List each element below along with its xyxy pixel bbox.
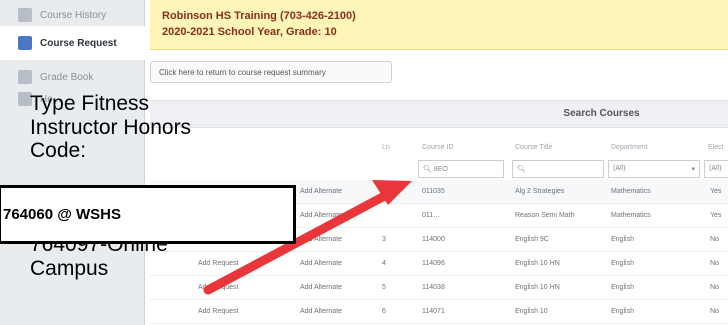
row-department: English bbox=[611, 260, 634, 267]
row-course-title: English 9C bbox=[515, 236, 549, 243]
sidebar-item-label: Grade Book bbox=[40, 71, 94, 83]
row-elective: No bbox=[710, 260, 719, 267]
banner-year-grade: 2020-2021 School Year, Grade: 10 bbox=[162, 26, 337, 38]
search-icon: 🔍︎ bbox=[517, 166, 526, 173]
row-ln: 3 bbox=[382, 236, 386, 243]
return-to-summary-button[interactable]: Click here to return to course request s… bbox=[150, 61, 392, 83]
add-alternate-button[interactable]: Add Alternate bbox=[300, 236, 342, 243]
overlay-line: Type Fitness bbox=[30, 92, 150, 115]
table-row: Add Request Add Alternate 6 114071 Engli… bbox=[150, 300, 728, 324]
course-id-filter-value: 8EO bbox=[433, 166, 448, 173]
sidebar-item-label: Course History bbox=[40, 9, 107, 21]
code-callout-text: 764060 @ WSHS bbox=[3, 206, 122, 223]
add-alternate-button[interactable]: Add Alternate bbox=[300, 260, 342, 267]
column-header-ln[interactable]: Ln bbox=[382, 144, 390, 151]
row-course-title: English 10 HN bbox=[515, 260, 560, 267]
school-banner: Robinson HS Training (703-426-2100) 2020… bbox=[150, 0, 728, 50]
row-course-id: 114096 bbox=[422, 260, 445, 267]
row-elective: No bbox=[710, 236, 719, 243]
department-filter-value: (All) bbox=[613, 165, 626, 172]
row-course-id: 011… bbox=[422, 212, 441, 219]
row-course-id: 114071 bbox=[422, 308, 445, 315]
row-elective: No bbox=[710, 308, 719, 315]
gradebook-icon bbox=[18, 70, 32, 84]
elective-filter-value: (All) bbox=[709, 165, 722, 172]
table-row: Add Request Add Alternate 4 114096 Engli… bbox=[150, 252, 728, 276]
course-id-filter[interactable]: 🔍︎ 8EO bbox=[418, 160, 504, 178]
row-course-title: English 10 HN bbox=[515, 284, 560, 291]
sidebar-item-label: Course Request bbox=[40, 37, 117, 49]
row-course-id: 011035 bbox=[422, 188, 445, 195]
row-course-id: 114000 bbox=[422, 236, 445, 243]
course-title-filter[interactable]: 🔍︎ bbox=[512, 160, 604, 178]
add-alternate-button[interactable]: Add Alternate bbox=[300, 212, 342, 219]
column-header-course-id[interactable]: Course ID bbox=[422, 144, 454, 151]
column-header-elective[interactable]: Elect bbox=[708, 144, 724, 151]
search-courses-panel: Search Courses bbox=[150, 100, 728, 128]
banner-school: Robinson HS Training (703-426-2100) bbox=[162, 10, 356, 22]
row-ln: 5 bbox=[382, 284, 386, 291]
department-filter-select[interactable]: (All) ▾ bbox=[608, 160, 700, 178]
add-alternate-button[interactable]: Add Alternate bbox=[300, 188, 342, 195]
overlay-line: Code: bbox=[30, 139, 87, 162]
add-alternate-button[interactable]: Add Alternate bbox=[300, 284, 342, 291]
elective-filter-select[interactable]: (All) bbox=[704, 160, 728, 178]
add-request-button[interactable]: Add Request bbox=[198, 284, 238, 291]
sidebar-item-course-request[interactable]: Course Request bbox=[0, 26, 145, 60]
row-ln: 6 bbox=[382, 308, 386, 315]
row-elective: Yes bbox=[710, 212, 722, 219]
overlay-line: Campus bbox=[30, 256, 109, 280]
row-elective: No bbox=[710, 284, 719, 291]
table-row: Add Request Add Alternate 5 114038 Engli… bbox=[150, 276, 728, 300]
row-department: English bbox=[611, 236, 634, 243]
course-request-icon bbox=[18, 36, 32, 50]
chevron-down-icon: ▾ bbox=[691, 166, 695, 173]
row-course-title: Reason Semi Math bbox=[515, 212, 575, 219]
row-elective: Yes bbox=[710, 188, 722, 195]
add-alternate-button[interactable]: Add Alternate bbox=[300, 308, 342, 315]
row-department: English bbox=[611, 284, 634, 291]
row-course-title: Alg 2 Strategies bbox=[515, 188, 565, 195]
add-request-button[interactable]: Add Request bbox=[198, 308, 238, 315]
column-header-department[interactable]: Department bbox=[611, 144, 648, 151]
row-department: Mathematics bbox=[611, 188, 651, 195]
history-icon bbox=[18, 8, 32, 22]
panel-title: Search Courses bbox=[563, 108, 640, 119]
row-ln: 4 bbox=[382, 260, 386, 267]
code-callout-box: 764060 @ WSHS bbox=[0, 185, 296, 244]
row-department: Mathematics bbox=[611, 212, 651, 219]
search-icon: 🔍︎ bbox=[423, 166, 432, 173]
row-department: English bbox=[611, 308, 634, 315]
add-request-button[interactable]: Add Request bbox=[198, 260, 238, 267]
overlay-line: Instructor Honors bbox=[30, 115, 192, 139]
row-course-id: 114038 bbox=[422, 284, 445, 291]
column-header-course-title[interactable]: Course Title bbox=[515, 144, 552, 151]
row-course-title: English 10 bbox=[515, 308, 548, 315]
